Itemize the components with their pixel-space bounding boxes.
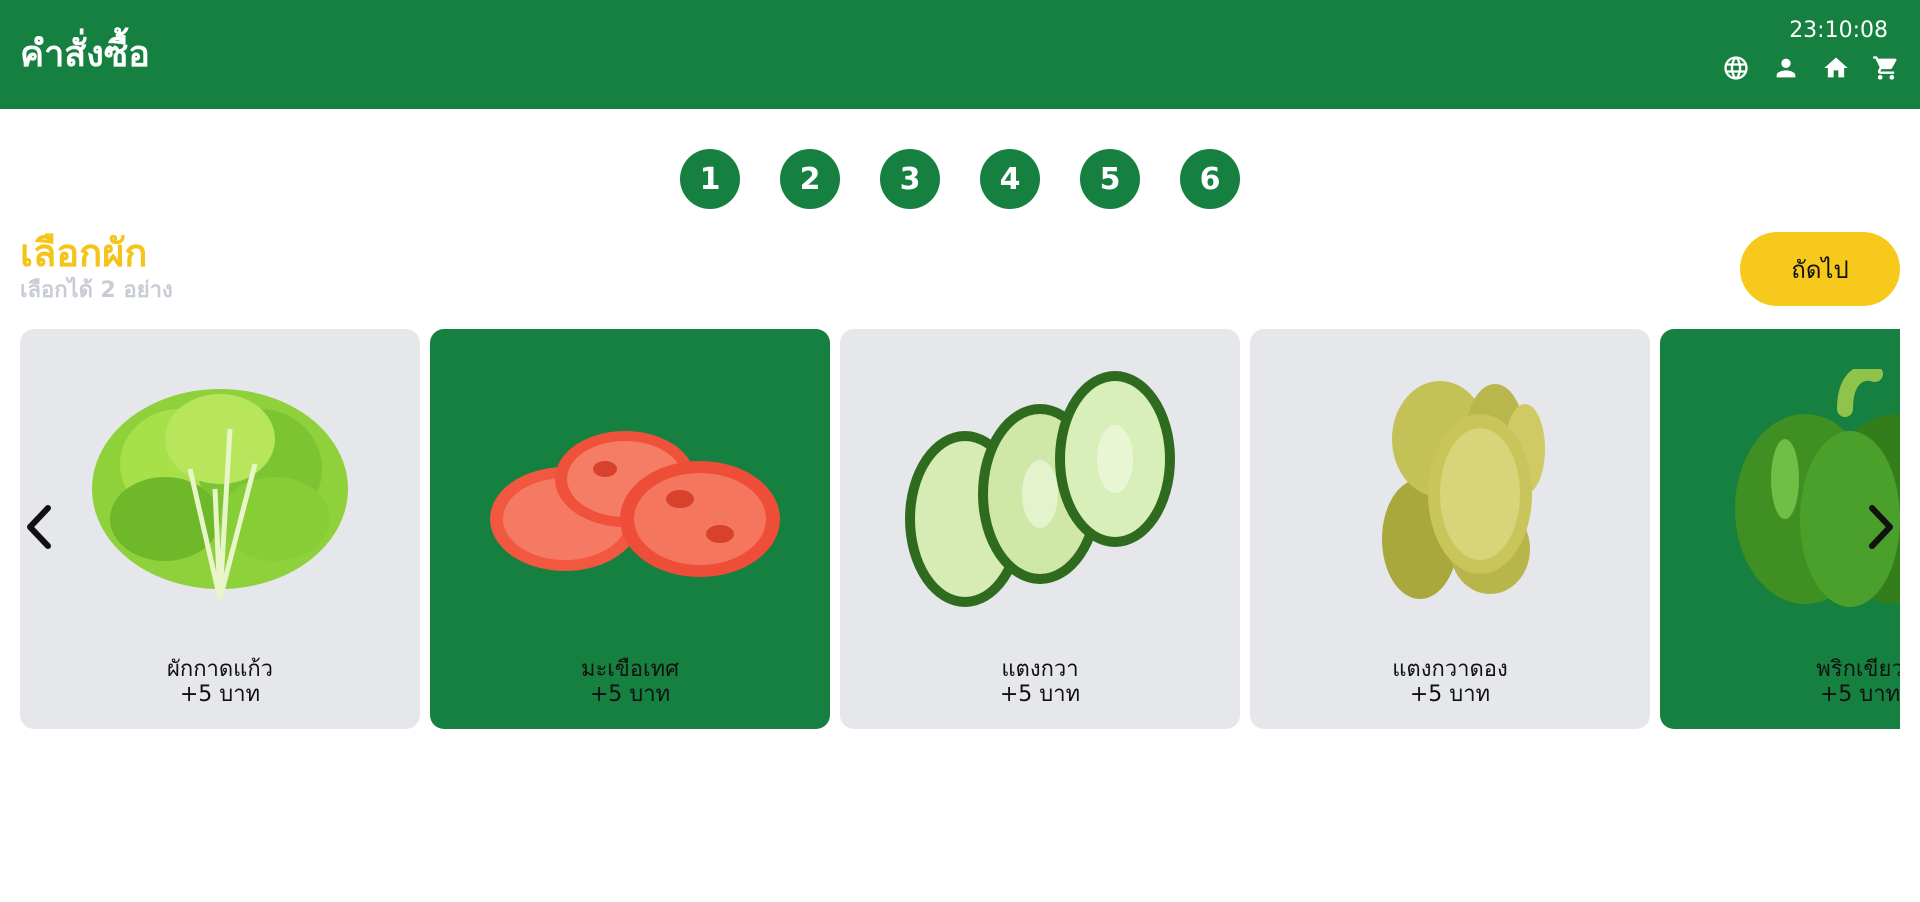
step-2[interactable]: 2 <box>780 149 840 209</box>
item-price: +5 บาท <box>179 682 261 707</box>
step-1[interactable]: 1 <box>680 149 740 209</box>
item-name: ผักกาดแก้ว <box>166 657 274 682</box>
carousel-track: ผักกาดแก้ว +5 บาท มะเขือเทศ +5 บาท แตงกว… <box>20 329 1900 729</box>
green-pepper-image <box>1735 369 1900 607</box>
item-price: +5 บาท <box>589 682 671 707</box>
step-indicator: 1 2 3 4 5 6 <box>680 149 1240 209</box>
item-name: แตงกวา <box>1001 657 1079 682</box>
item-price: +5 บาท <box>1409 682 1491 707</box>
item-card-lettuce[interactable]: ผักกาดแก้ว +5 บาท <box>20 329 420 729</box>
globe-icon[interactable] <box>1722 54 1750 82</box>
step-6[interactable]: 6 <box>1180 149 1240 209</box>
chevron-left-icon <box>27 505 51 549</box>
item-name: แตงกวาดอง <box>1392 657 1508 682</box>
tomato-image <box>490 431 780 577</box>
step-4[interactable]: 4 <box>980 149 1040 209</box>
home-icon[interactable] <box>1822 54 1850 82</box>
header-icon-group <box>1722 54 1900 82</box>
chevron-right-icon <box>1869 505 1893 549</box>
section-title: เลือกผัก <box>20 231 148 275</box>
pickle-image <box>1382 381 1545 599</box>
lettuce-image <box>92 389 348 600</box>
item-name: มะเขือเทศ <box>580 657 680 682</box>
step-5[interactable]: 5 <box>1080 149 1140 209</box>
next-button[interactable]: ถัดไป <box>1740 232 1900 306</box>
carousel-prev-button[interactable] <box>20 500 60 554</box>
section-subtitle: เลือกได้ 2 อย่าง <box>20 278 173 303</box>
page-title: คำสั่งซื้อ <box>20 34 150 75</box>
cart-icon[interactable] <box>1872 54 1900 82</box>
vegetable-carousel: ผักกาดแก้ว +5 บาท มะเขือเทศ +5 บาท แตงกว… <box>20 329 1900 729</box>
step-3[interactable]: 3 <box>880 149 940 209</box>
item-card-cucumber[interactable]: แตงกวา +5 บาท <box>840 329 1240 729</box>
item-card-pickle[interactable]: แตงกวาดอง +5 บาท <box>1250 329 1650 729</box>
item-price: +5 บาท <box>1819 682 1900 707</box>
item-name: พริกเขียว <box>1816 657 1900 682</box>
cucumber-image <box>905 371 1175 607</box>
item-price: +5 บาท <box>999 682 1081 707</box>
clock: 23:10:08 <box>1789 18 1888 43</box>
top-bar: คำสั่งซื้อ 23:10:08 <box>0 0 1920 109</box>
person-icon[interactable] <box>1772 54 1800 82</box>
carousel-next-button[interactable] <box>1860 500 1900 554</box>
item-card-tomato[interactable]: มะเขือเทศ +5 บาท <box>430 329 830 729</box>
